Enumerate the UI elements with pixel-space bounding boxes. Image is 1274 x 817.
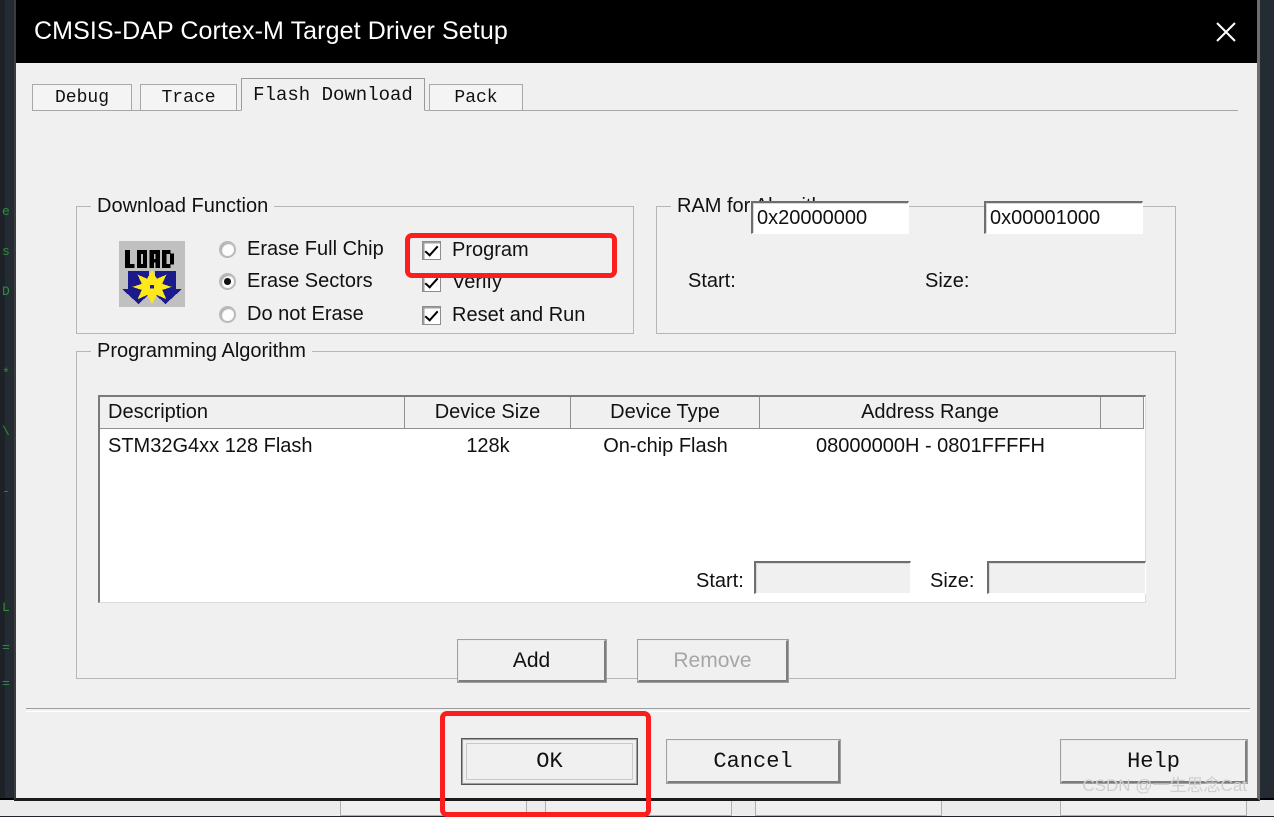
remove-button: Remove	[638, 640, 788, 682]
add-button[interactable]: Add	[458, 640, 606, 682]
checkbox-label: Reset and Run	[452, 304, 585, 327]
tab-label: Pack	[454, 88, 497, 108]
column-header[interactable]: Description	[100, 397, 405, 429]
radio-label: Erase Full Chip	[247, 238, 384, 261]
algo-start-input[interactable]	[754, 561, 911, 594]
background-ghost-field	[545, 800, 732, 816]
algo-size-input[interactable]	[987, 561, 1146, 594]
download-function-legend: Download Function	[91, 195, 274, 218]
algo-size-label: Size:	[930, 570, 974, 593]
ram-size-label: Size:	[925, 270, 969, 293]
tab-trace[interactable]: Trace	[140, 84, 237, 110]
algo-start-label: Start:	[696, 570, 744, 593]
cell-device-size: 128k	[405, 429, 571, 463]
code-fragment: -	[2, 484, 10, 499]
radio-do-not-erase[interactable]: Do not Erase	[219, 303, 364, 326]
checkbox-label: Program	[452, 239, 529, 262]
background-ghost-field	[755, 800, 942, 816]
ok-button[interactable]: OK	[463, 740, 636, 783]
column-header[interactable]: Address Range	[760, 397, 1101, 429]
footer-separator	[26, 708, 1250, 712]
checkbox-reset-and-run[interactable]: Reset and Run	[422, 304, 585, 327]
cancel-button[interactable]: Cancel	[667, 740, 840, 783]
checkbox-indicator	[422, 241, 441, 260]
radio-label: Erase Sectors	[247, 270, 373, 293]
code-fragment: *	[2, 366, 10, 381]
checkbox-verify[interactable]: Verify	[422, 271, 502, 294]
tab-label: Trace	[161, 88, 215, 108]
background-ghost-field	[340, 800, 527, 816]
algorithm-table-header: DescriptionDevice SizeDevice TypeAddress…	[100, 397, 1145, 429]
ram-size-input[interactable]: 0x00001000	[984, 201, 1143, 234]
radio-indicator	[219, 241, 236, 258]
ram-start-input[interactable]: 0x20000000	[751, 201, 909, 234]
code-fragment: L	[2, 600, 10, 615]
background-ghost-field	[1060, 800, 1247, 816]
column-header[interactable]	[1101, 397, 1144, 429]
tab-strip: Debug Trace Flash Download Pack	[32, 78, 1238, 110]
dialog-titlebar: CMSIS-DAP Cortex-M Target Driver Setup	[16, 0, 1257, 63]
ok-button-label: OK	[536, 749, 562, 774]
tab-pack[interactable]: Pack	[429, 84, 523, 110]
radio-label: Do not Erase	[247, 303, 364, 326]
dialog-title: CMSIS-DAP Cortex-M Target Driver Setup	[34, 17, 508, 46]
column-header[interactable]: Device Size	[405, 397, 571, 429]
target-driver-setup-dialog: CMSIS-DAP Cortex-M Target Driver Setup D…	[14, 0, 1260, 801]
checkbox-indicator	[422, 306, 441, 325]
code-fragment: D	[2, 284, 10, 299]
cell-description: STM32G4xx 128 Flash	[100, 429, 405, 463]
editor-gutter	[0, 0, 5, 816]
cell-device-type: On-chip Flash	[571, 429, 760, 463]
table-row[interactable]: STM32G4xx 128 Flash128kOn-chip Flash0800…	[100, 429, 1145, 463]
ram-start-label: Start:	[688, 270, 736, 293]
checkbox-program[interactable]: Program	[422, 239, 529, 262]
code-fragment: \	[2, 424, 10, 439]
tab-underline	[32, 110, 1238, 111]
tab-label: Flash Download	[253, 84, 413, 106]
close-icon[interactable]	[1195, 0, 1257, 63]
code-fragment: =	[2, 640, 10, 655]
watermark: CSDN @一生思念Cat	[1082, 771, 1247, 796]
checkbox-label: Verify	[452, 271, 502, 294]
tab-flash-download[interactable]: Flash Download	[241, 78, 425, 111]
cell-spacer	[1101, 429, 1144, 463]
tab-debug[interactable]: Debug	[32, 84, 132, 110]
radio-erase-sectors[interactable]: Erase Sectors	[219, 270, 373, 293]
checkbox-indicator	[422, 273, 441, 292]
programming-algorithm-legend: Programming Algorithm	[91, 340, 312, 363]
cell-address-range: 08000000H - 0801FFFFH	[760, 429, 1101, 463]
column-header[interactable]: Device Type	[571, 397, 760, 429]
radio-indicator	[219, 273, 236, 290]
code-fragment: =	[2, 676, 10, 691]
code-fragment: s	[2, 244, 10, 259]
code-fragment: e	[2, 204, 10, 219]
tab-label: Debug	[55, 88, 109, 108]
radio-erase-full-chip[interactable]: Erase Full Chip	[219, 238, 384, 261]
dialog-client-area: Debug Trace Flash Download Pack Download Fu…	[16, 63, 1257, 798]
radio-indicator	[219, 306, 236, 323]
load-icon	[119, 241, 185, 307]
